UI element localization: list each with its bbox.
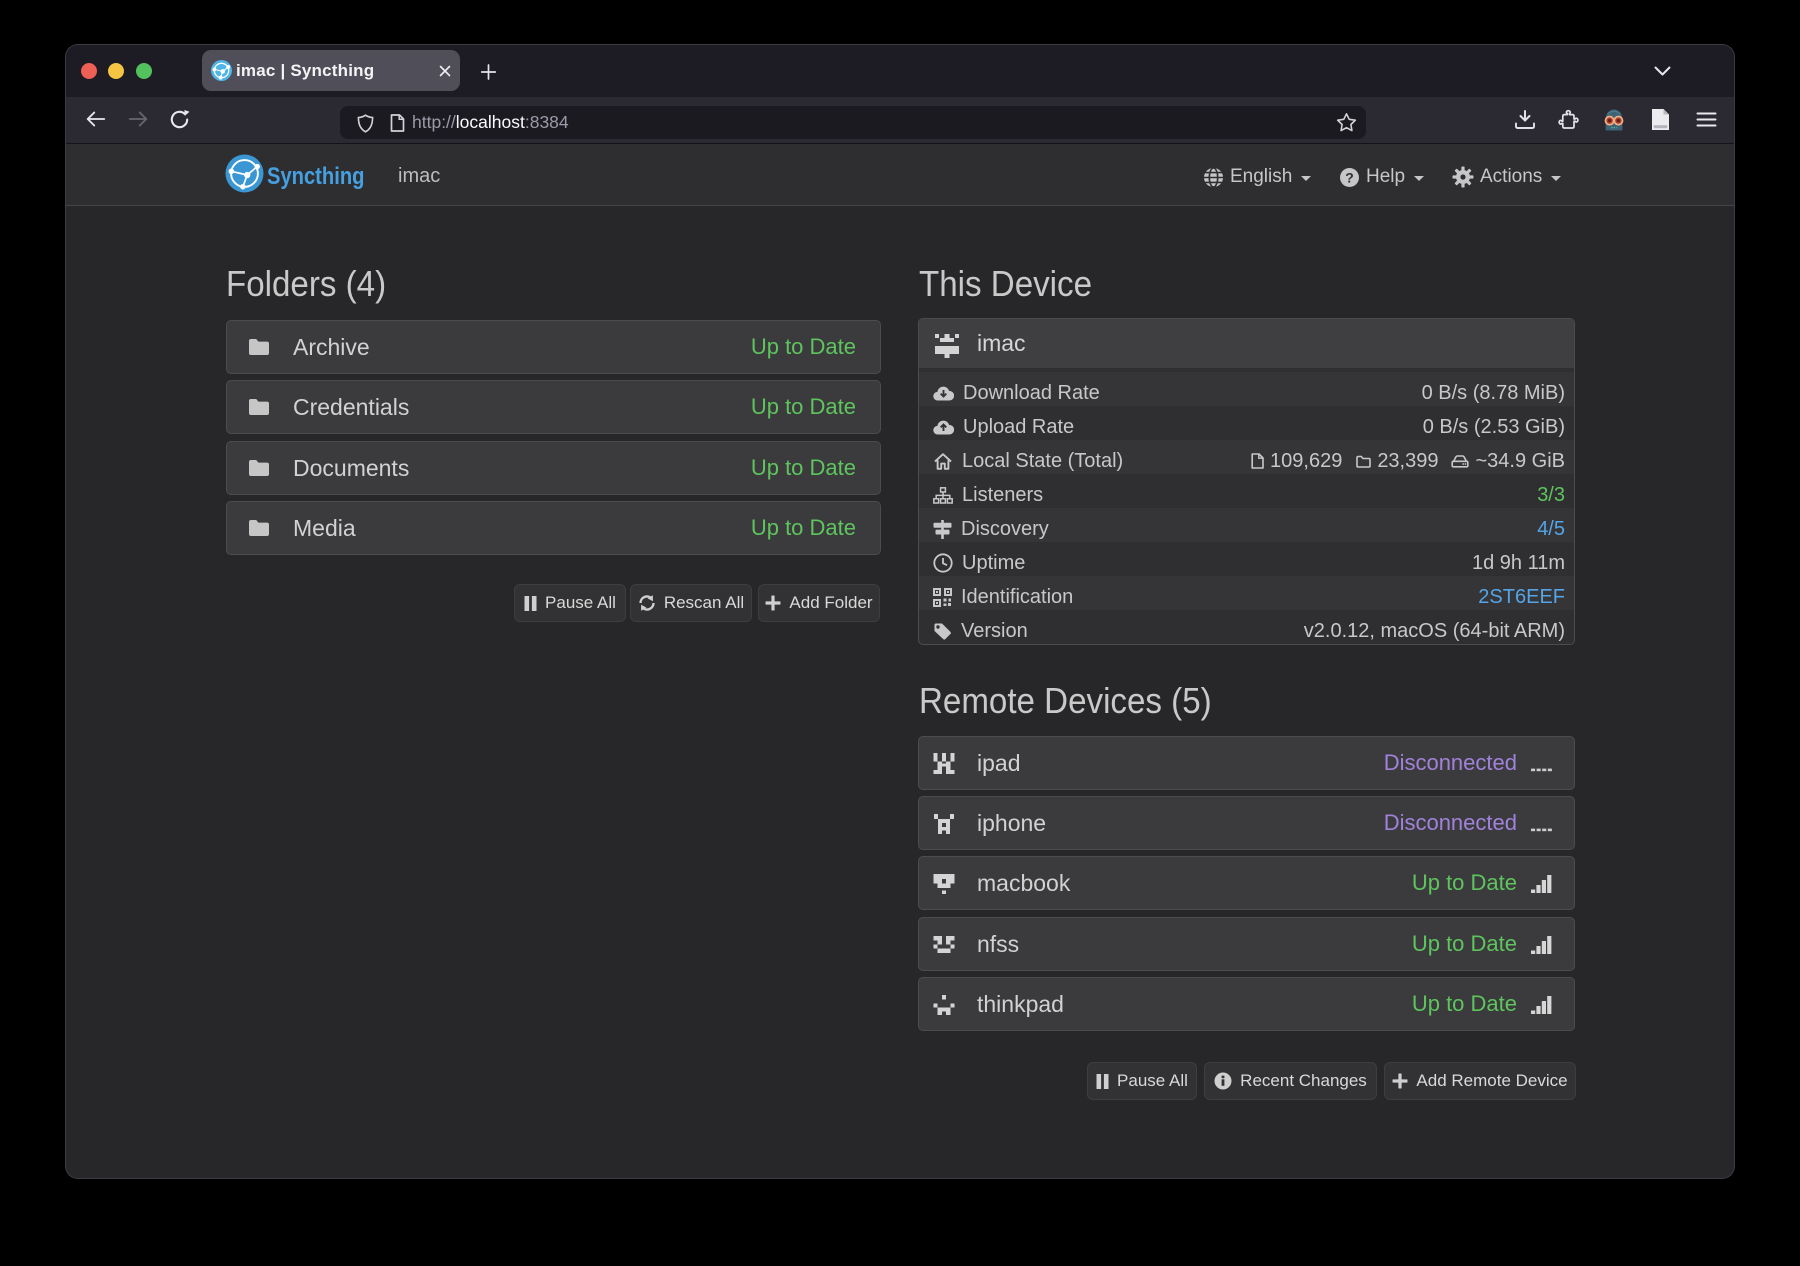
svg-text:?: ? <box>1345 169 1354 185</box>
